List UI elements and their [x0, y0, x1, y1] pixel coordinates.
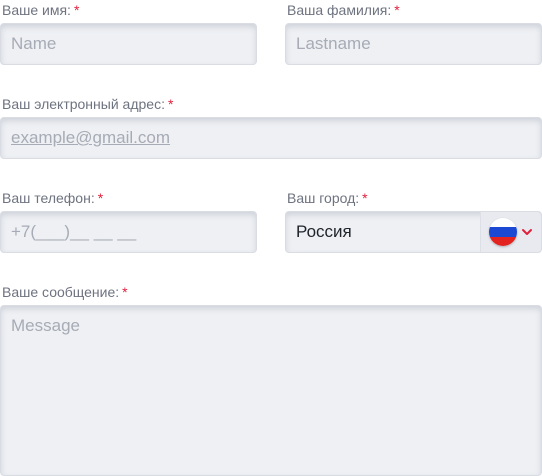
email-label: Ваш электронный адрес: * [2, 95, 173, 113]
last-name-label: Ваша фамилия: * [287, 1, 400, 19]
phone-field[interactable]: +7(___)__ __ __ [0, 211, 257, 253]
required-mark: * [362, 190, 368, 206]
country-dropdown-toggle[interactable] [480, 212, 541, 252]
city-label: Ваш город: * [287, 189, 368, 207]
message-textarea[interactable] [1, 306, 541, 475]
first-name-input[interactable] [1, 24, 256, 64]
message-label-text: Ваше сообщение: [2, 284, 120, 300]
required-mark: * [167, 96, 174, 112]
message-label: Ваше сообщение: * [2, 283, 128, 301]
required-mark: * [394, 2, 400, 18]
last-name-field [285, 23, 542, 65]
message-field [0, 305, 542, 476]
last-name-label-text: Ваша фамилия: [287, 2, 392, 18]
phone-label: Ваш телефон: * [2, 189, 103, 207]
city-selected-value: Россия [296, 222, 352, 241]
email-input[interactable] [1, 118, 541, 158]
required-mark: * [122, 284, 128, 300]
phone-mask: +7(___)__ __ __ [11, 222, 137, 241]
russia-flag-icon [489, 218, 517, 246]
first-name-field [0, 23, 257, 65]
city-select[interactable]: Россия [285, 211, 542, 253]
first-name-label: Ваше имя: * [2, 1, 79, 19]
required-mark: * [73, 2, 80, 18]
email-field [0, 117, 542, 159]
city-label-text: Ваш город: [287, 190, 360, 206]
first-name-label-text: Ваше имя: [2, 2, 71, 18]
phone-label-text: Ваш телефон: [2, 190, 95, 206]
last-name-input[interactable] [286, 24, 541, 64]
required-mark: * [97, 190, 104, 206]
email-label-text: Ваш электронный адрес: [2, 96, 165, 112]
chevron-down-icon [522, 229, 532, 235]
